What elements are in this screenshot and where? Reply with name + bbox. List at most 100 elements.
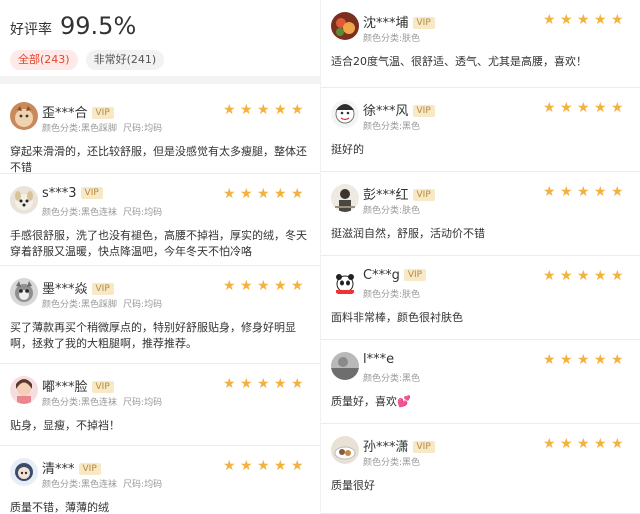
user-name-text: 彭***红 xyxy=(363,188,409,203)
user-name: 嘟***脸 VIP xyxy=(42,376,114,395)
avatar[interactable] xyxy=(10,278,38,306)
food-avatar xyxy=(331,12,359,40)
avatar[interactable] xyxy=(10,102,38,130)
star-rating: ★ ★ ★ ★ ★ xyxy=(539,184,624,200)
color-option: 颜色分类:肤色 xyxy=(363,290,421,300)
review-item: 清*** VIP 颜色分类:黑色连袜 尺码:均码 ★ ★ ★ ★ ★ 质量不错，薄薄的绒 xyxy=(0,446,320,514)
person-avatar xyxy=(331,184,359,212)
review-item: 墨***焱 VIP 颜色分类:黑色踩脚 尺码:均码 ★ ★ ★ ★ ★ 买了薄款再买个稍微厚点的，… xyxy=(0,266,320,364)
star-icon: ★ xyxy=(240,278,253,294)
star-icon: ★ xyxy=(560,100,573,116)
star-icon: ★ xyxy=(577,184,590,200)
left-column: 好评率 99.5% 全部(243) 非常好(241) 歪***合 VIP 颜色分类:… xyxy=(0,0,320,514)
review-item: 歪***合 VIP 颜色分类:黑色踩脚 尺码:均码 ★ ★ ★ ★ ★ 穿起来滑滑的，还比较舒服，… xyxy=(0,90,320,174)
review-item: 徐***风 VIP 颜色分类:黑色 ★ ★ ★ ★ ★ 挺好的 xyxy=(321,88,640,172)
section-divider xyxy=(0,76,320,84)
avatar[interactable] xyxy=(331,184,359,212)
review-item: l***e 颜色分类:黑色 ★ ★ ★ ★ ★ 质量好，喜欢💕 xyxy=(321,340,640,424)
cartoon-avatar xyxy=(331,100,359,128)
star-icon: ★ xyxy=(274,102,287,118)
review-text: 挺好的 xyxy=(331,143,364,156)
star-rating: ★ ★ ★ ★ ★ xyxy=(539,268,624,284)
review-meta: 颜色分类:肤色 xyxy=(363,287,420,300)
avatar[interactable] xyxy=(10,376,38,404)
star-icon: ★ xyxy=(223,458,236,474)
star-icon: ★ xyxy=(594,12,607,28)
star-icon: ★ xyxy=(223,376,236,392)
star-rating: ★ ★ ★ ★ ★ xyxy=(539,100,624,116)
star-icon: ★ xyxy=(543,268,556,284)
star-icon: ★ xyxy=(240,186,253,202)
review-item: s***3 VIP 颜色分类:黑色连袜 尺码:均码 ★ ★ ★ ★ ★ 手感很舒服，洗了也没有褪色… xyxy=(0,174,320,266)
user-name: 清*** VIP xyxy=(42,458,101,477)
star-rating: ★ ★ ★ ★ ★ xyxy=(219,278,304,294)
vip-badge: VIP xyxy=(403,269,427,281)
user-name-text: 孙***潇 xyxy=(363,440,409,455)
vip-badge: VIP xyxy=(91,107,114,119)
color-option: 颜色分类:黑色 xyxy=(363,122,421,132)
user-name-text: C***g xyxy=(363,268,400,283)
star-icon: ★ xyxy=(257,186,270,202)
star-icon: ★ xyxy=(291,102,304,118)
size-option: 尺码:均码 xyxy=(123,300,163,310)
filter-all[interactable]: 全部(243) xyxy=(10,50,78,70)
star-icon: ★ xyxy=(274,186,287,202)
user-name: 沈***埔 VIP xyxy=(363,12,435,31)
dog-avatar xyxy=(10,186,38,214)
color-option: 颜色分类:黑色连袜 xyxy=(42,480,118,490)
star-icon: ★ xyxy=(560,436,573,452)
filter-very-good[interactable]: 非常好(241) xyxy=(85,50,165,70)
avatar[interactable] xyxy=(331,268,359,296)
user-name: s***3 VIP xyxy=(42,186,103,201)
star-rating: ★ ★ ★ ★ ★ xyxy=(219,376,304,392)
star-icon: ★ xyxy=(611,184,624,200)
star-icon: ★ xyxy=(611,436,624,452)
star-rating: ★ ★ ★ ★ ★ xyxy=(539,436,624,452)
review-item: 孙***潇 VIP 颜色分类:黑色 ★ ★ ★ ★ ★ 质量很好 xyxy=(321,424,640,514)
avatar[interactable] xyxy=(10,458,38,486)
user-name: 孙***潇 VIP xyxy=(363,436,435,455)
star-icon: ★ xyxy=(257,458,270,474)
user-name: 墨***焱 VIP xyxy=(42,278,114,297)
avatar[interactable] xyxy=(331,12,359,40)
review-meta: 颜色分类:肤色 xyxy=(363,31,420,44)
vip-badge: VIP xyxy=(412,105,435,117)
user-name-text: 清*** xyxy=(42,462,75,477)
user-name-text: 墨***焱 xyxy=(42,282,88,297)
star-icon: ★ xyxy=(240,458,253,474)
review-item: 嘟***脸 VIP 颜色分类:黑色连袜 尺码:均码 ★ ★ ★ ★ ★ 贴身，显瘦，不掉裆！ xyxy=(0,364,320,446)
star-rating: ★ ★ ★ ★ ★ xyxy=(539,12,624,28)
review-item: C***g VIP 颜色分类:肤色 ★ ★ ★ ★ ★ 面料非常棒，颜色很衬肤色 xyxy=(321,256,640,340)
star-icon: ★ xyxy=(577,268,590,284)
vip-badge: VIP xyxy=(412,189,435,201)
review-meta: 颜色分类:黑色 xyxy=(363,371,420,384)
vip-badge: VIP xyxy=(412,17,435,29)
size-option: 尺码:均码 xyxy=(123,480,163,490)
vip-badge: VIP xyxy=(91,283,114,295)
review-meta: 颜色分类:黑色 xyxy=(363,455,420,468)
review-meta: 颜色分类:黑色踩脚 尺码:均码 xyxy=(42,297,162,310)
avatar[interactable] xyxy=(10,186,38,214)
user-name: C***g VIP xyxy=(363,268,427,283)
star-rating: ★ ★ ★ ★ ★ xyxy=(219,458,304,474)
review-meta: 颜色分类:黑色连袜 尺码:均码 xyxy=(42,395,162,408)
kitten-avatar xyxy=(10,278,38,306)
right-column: 沈***埔 VIP 颜色分类:肤色 ★ ★ ★ ★ ★ 适合20度气温、很舒适、透气、尤其是高腰… xyxy=(320,0,640,514)
avatar[interactable] xyxy=(331,436,359,464)
star-icon: ★ xyxy=(611,12,624,28)
star-icon: ★ xyxy=(577,436,590,452)
star-icon: ★ xyxy=(223,102,236,118)
star-icon: ★ xyxy=(577,12,590,28)
star-icon: ★ xyxy=(291,186,304,202)
vip-badge: VIP xyxy=(412,441,435,453)
review-text: 贴身，显瘦，不掉裆！ xyxy=(10,419,120,432)
review-text: 买了薄款再买个稍微厚点的，特别好舒服贴身，修身好明显啊，拯救了我的大粗腿啊，推荐… xyxy=(10,321,296,350)
user-name-text: l***e xyxy=(363,352,395,367)
avatar[interactable] xyxy=(331,100,359,128)
avatar[interactable] xyxy=(331,352,359,380)
star-icon: ★ xyxy=(611,100,624,116)
review-text: 质量好，喜欢💕 xyxy=(331,395,411,408)
star-icon: ★ xyxy=(560,184,573,200)
review-item: 彭***红 VIP 颜色分类:肤色 ★ ★ ★ ★ ★ 挺滋润自然，舒服，活动价不错 xyxy=(321,172,640,256)
star-icon: ★ xyxy=(240,376,253,392)
